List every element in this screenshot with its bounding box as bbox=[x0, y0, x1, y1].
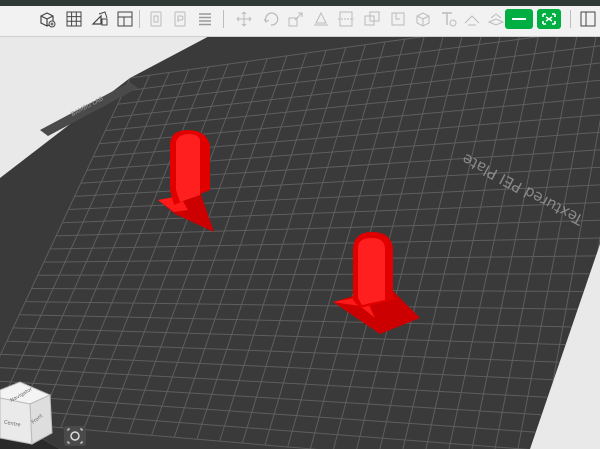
title-strip bbox=[0, 0, 600, 6]
lay-on-face-icon[interactable] bbox=[311, 9, 331, 29]
slice-button[interactable] bbox=[505, 9, 533, 29]
seam-paint-icon[interactable] bbox=[413, 9, 433, 29]
3d-viewport[interactable]: BAMBU LAB Textured PEI Plate Navigator F… bbox=[0, 0, 600, 449]
add-cube-icon[interactable] bbox=[37, 9, 57, 29]
assembly-icon[interactable] bbox=[486, 9, 506, 29]
zoom-to-fit-icon[interactable] bbox=[64, 426, 86, 446]
plate-right-icon[interactable] bbox=[170, 9, 190, 29]
fullscreen-icon[interactable] bbox=[537, 9, 561, 29]
text-icon[interactable] bbox=[438, 9, 458, 29]
move-icon[interactable] bbox=[234, 9, 254, 29]
grid-arrange-icon[interactable] bbox=[64, 9, 84, 29]
mesh-boolean-icon[interactable] bbox=[362, 9, 382, 29]
rotate-icon[interactable] bbox=[261, 9, 281, 29]
layout-icon[interactable] bbox=[115, 9, 135, 29]
support-paint-icon[interactable] bbox=[388, 9, 408, 29]
measure-icon[interactable] bbox=[462, 9, 482, 29]
scale-icon[interactable] bbox=[286, 9, 306, 29]
orient-icon[interactable] bbox=[90, 9, 110, 29]
top-toolbar bbox=[0, 0, 600, 37]
list-icon[interactable] bbox=[195, 9, 215, 29]
cut-icon[interactable] bbox=[336, 9, 356, 29]
plate-left-icon[interactable] bbox=[146, 9, 166, 29]
collapse-sidebar-icon[interactable] bbox=[578, 9, 598, 29]
